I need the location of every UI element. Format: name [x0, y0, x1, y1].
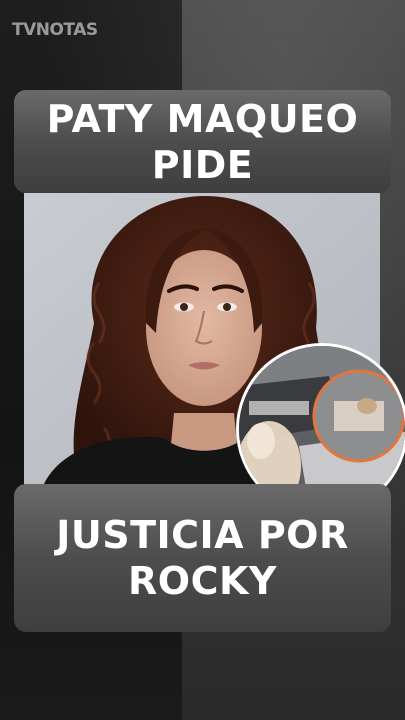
headline-bottom: JUSTICIA POR ROCKY [56, 513, 349, 603]
headline-bottom-box: JUSTICIA POR ROCKY [14, 484, 391, 632]
brand-logo: TVNOTAS [12, 20, 98, 40]
headline-top: PATY MAQUEO PIDE [46, 96, 359, 187]
headline-top-box: PATY MAQUEO PIDE [14, 90, 391, 193]
